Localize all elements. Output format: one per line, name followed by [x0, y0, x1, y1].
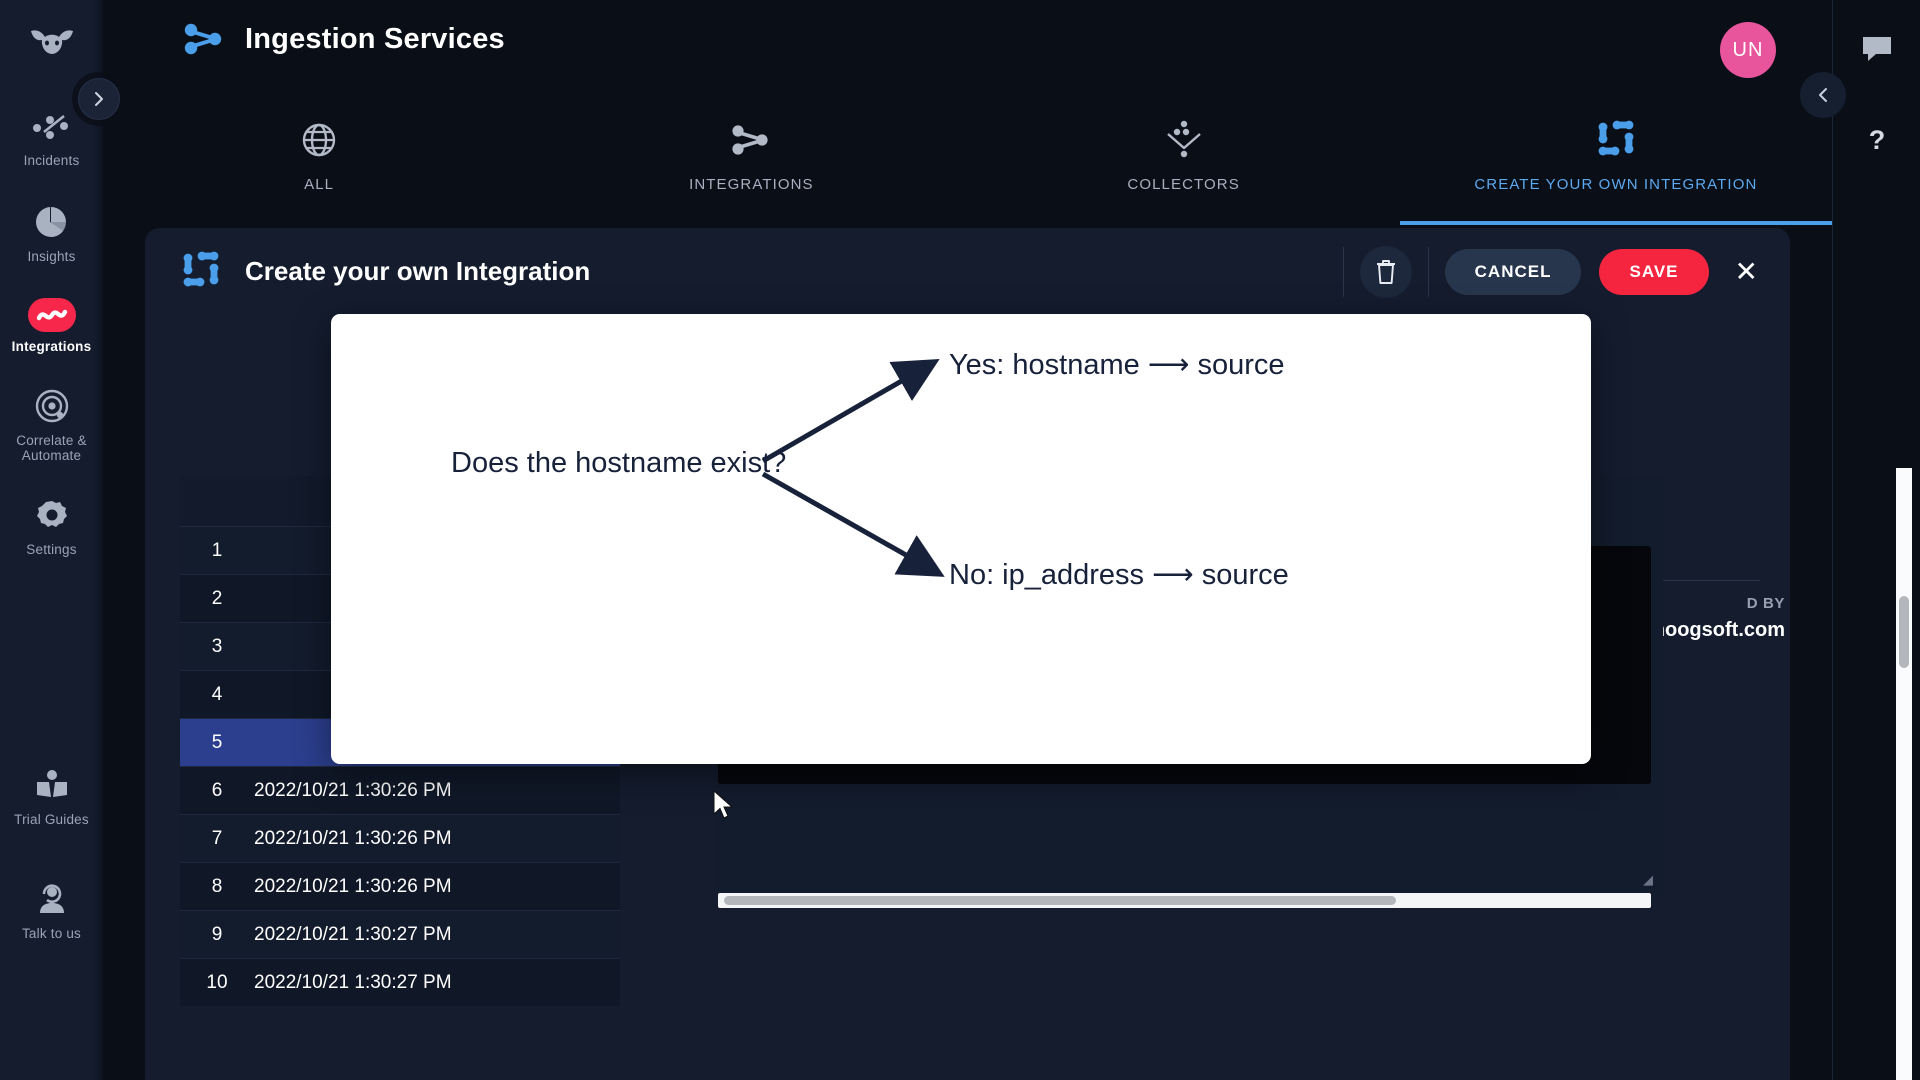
sidebar-item-trial-guides[interactable]: Trial Guides [0, 755, 103, 833]
chat-bubble-icon [1860, 33, 1894, 63]
row-timestamp: 2022/10/21 1:30:27 PM [254, 924, 452, 946]
table-row[interactable]: 9 2022/10/21 1:30:27 PM [180, 910, 620, 958]
row-index: 4 [180, 684, 254, 706]
question-mark-icon: ? [1869, 125, 1886, 156]
row-timestamp: 2022/10/21 1:30:27 PM [254, 972, 452, 994]
support-agent-icon [30, 879, 74, 919]
tab-label: CREATE YOUR OWN INTEGRATION [1474, 176, 1757, 193]
sidebar-item-settings[interactable]: Settings [0, 485, 103, 563]
incidents-icon [30, 106, 74, 146]
save-button[interactable]: SAVE [1599, 249, 1708, 295]
sidebar-item-label: Incidents [24, 153, 80, 168]
cancel-button[interactable]: CANCEL [1445, 249, 1582, 295]
brand-logo[interactable] [29, 14, 75, 74]
top-header: Ingestion Services UN [103, 0, 1920, 100]
hostname-decision-flowchart: Does the hostname exist? Yes: hostname ⟶… [331, 314, 1591, 764]
tab-bar: ALL INTEGRATIONS [103, 100, 1832, 225]
row-index: 8 [180, 876, 254, 898]
integrations-icon [28, 298, 76, 332]
tab-label: ALL [304, 176, 334, 193]
share-nodes-icon [183, 22, 225, 56]
row-timestamp: 2022/10/21 1:30:26 PM [254, 876, 452, 898]
sidebar-item-label: Trial Guides [14, 812, 89, 827]
main-sidebar: Incidents Insights Integrations [0, 0, 103, 1080]
table-row[interactable]: 10 2022/10/21 1:30:27 PM [180, 958, 620, 1006]
trash-icon [1375, 259, 1397, 285]
sidebar-item-label: Talk to us [22, 926, 81, 941]
help-button[interactable]: ? [1857, 120, 1897, 160]
row-index: 7 [180, 828, 254, 850]
sidebar-item-talk-to-us[interactable]: Talk to us [0, 869, 103, 947]
sidebar-item-insights[interactable]: Insights [0, 192, 103, 270]
delete-button[interactable] [1360, 246, 1412, 298]
panel-title: Create your own Integration [245, 256, 590, 287]
flowchart-tooltip: Does the hostname exist? Yes: hostname ⟶… [331, 314, 1591, 764]
bull-logo-icon [29, 27, 75, 61]
table-row[interactable]: 6 2022/10/21 1:30:26 PM [180, 766, 620, 814]
book-icon [30, 765, 74, 805]
editor-horizontal-scrollbar[interactable] [718, 893, 1651, 908]
create-integration-icon [180, 250, 222, 292]
tab-label: INTEGRATIONS [689, 176, 814, 193]
sidebar-item-correlate-automate[interactable]: Correlate & Automate [0, 376, 103, 469]
row-index: 10 [180, 972, 254, 994]
sidebar-item-label: Integrations [12, 339, 92, 354]
create-integration-icon [1595, 114, 1637, 166]
panel-vertical-scrollbar[interactable] [1896, 468, 1912, 1080]
flow-no-branch: No: ip_address ⟶ source [949, 559, 1289, 591]
tab-label: COLLECTORS [1127, 176, 1239, 193]
scrollbar-thumb[interactable] [724, 896, 1396, 905]
collector-funnel-icon [1162, 114, 1206, 166]
panel-title-group: Create your own Integration [180, 250, 590, 292]
row-index: 5 [180, 732, 254, 754]
app-title-group: Ingestion Services [183, 22, 505, 56]
row-timestamp: 2022/10/21 1:30:26 PM [254, 828, 452, 850]
no-arrow [763, 474, 936, 572]
sidebar-item-label: Correlate & Automate [2, 433, 101, 463]
avatar[interactable]: UN [1720, 22, 1776, 78]
correlate-automate-icon [30, 386, 74, 426]
tab-collectors[interactable]: COLLECTORS [968, 100, 1400, 225]
tab-integrations[interactable]: INTEGRATIONS [535, 100, 967, 225]
tab-create-your-own-integration[interactable]: CREATE YOUR OWN INTEGRATION [1400, 100, 1832, 225]
page-title: Ingestion Services [245, 23, 505, 56]
row-index: 2 [180, 588, 254, 610]
sidebar-item-label: Settings [26, 542, 76, 557]
flow-yes-branch: Yes: hostname ⟶ source [949, 349, 1285, 381]
table-row[interactable]: 7 2022/10/21 1:30:26 PM [180, 814, 620, 862]
gear-icon [30, 495, 74, 535]
chat-bubble-button[interactable] [1857, 28, 1897, 68]
close-icon[interactable]: ✕ [1735, 258, 1758, 286]
tab-all[interactable]: ALL [103, 100, 535, 225]
row-index: 3 [180, 636, 254, 658]
row-index: 9 [180, 924, 254, 946]
divider [1428, 247, 1429, 297]
row-timestamp: 2022/10/21 1:30:26 PM [254, 780, 452, 802]
share-nodes-icon [729, 114, 773, 166]
divider [1343, 247, 1344, 297]
insights-pie-icon [30, 202, 74, 242]
panel-action-bar: CANCEL SAVE ✕ [1327, 243, 1758, 301]
yes-arrow [763, 364, 931, 461]
table-row[interactable]: 8 2022/10/21 1:30:26 PM [180, 862, 620, 910]
row-index: 6 [180, 780, 254, 802]
globe-icon [299, 114, 339, 166]
avatar-initials: UN [1733, 39, 1764, 62]
panel-header: Create your own Integration CANCEL SAVE … [145, 228, 1790, 316]
row-index: 1 [180, 540, 254, 562]
resize-grip[interactable]: ◢ [1643, 872, 1653, 888]
app-root: Incidents Insights Integrations [0, 0, 1920, 1080]
scrollbar-thumb[interactable] [1899, 596, 1909, 668]
sidebar-item-integrations[interactable]: Integrations [0, 288, 103, 360]
flow-question: Does the hostname exist? [451, 447, 786, 479]
sidebar-item-label: Insights [27, 249, 75, 264]
